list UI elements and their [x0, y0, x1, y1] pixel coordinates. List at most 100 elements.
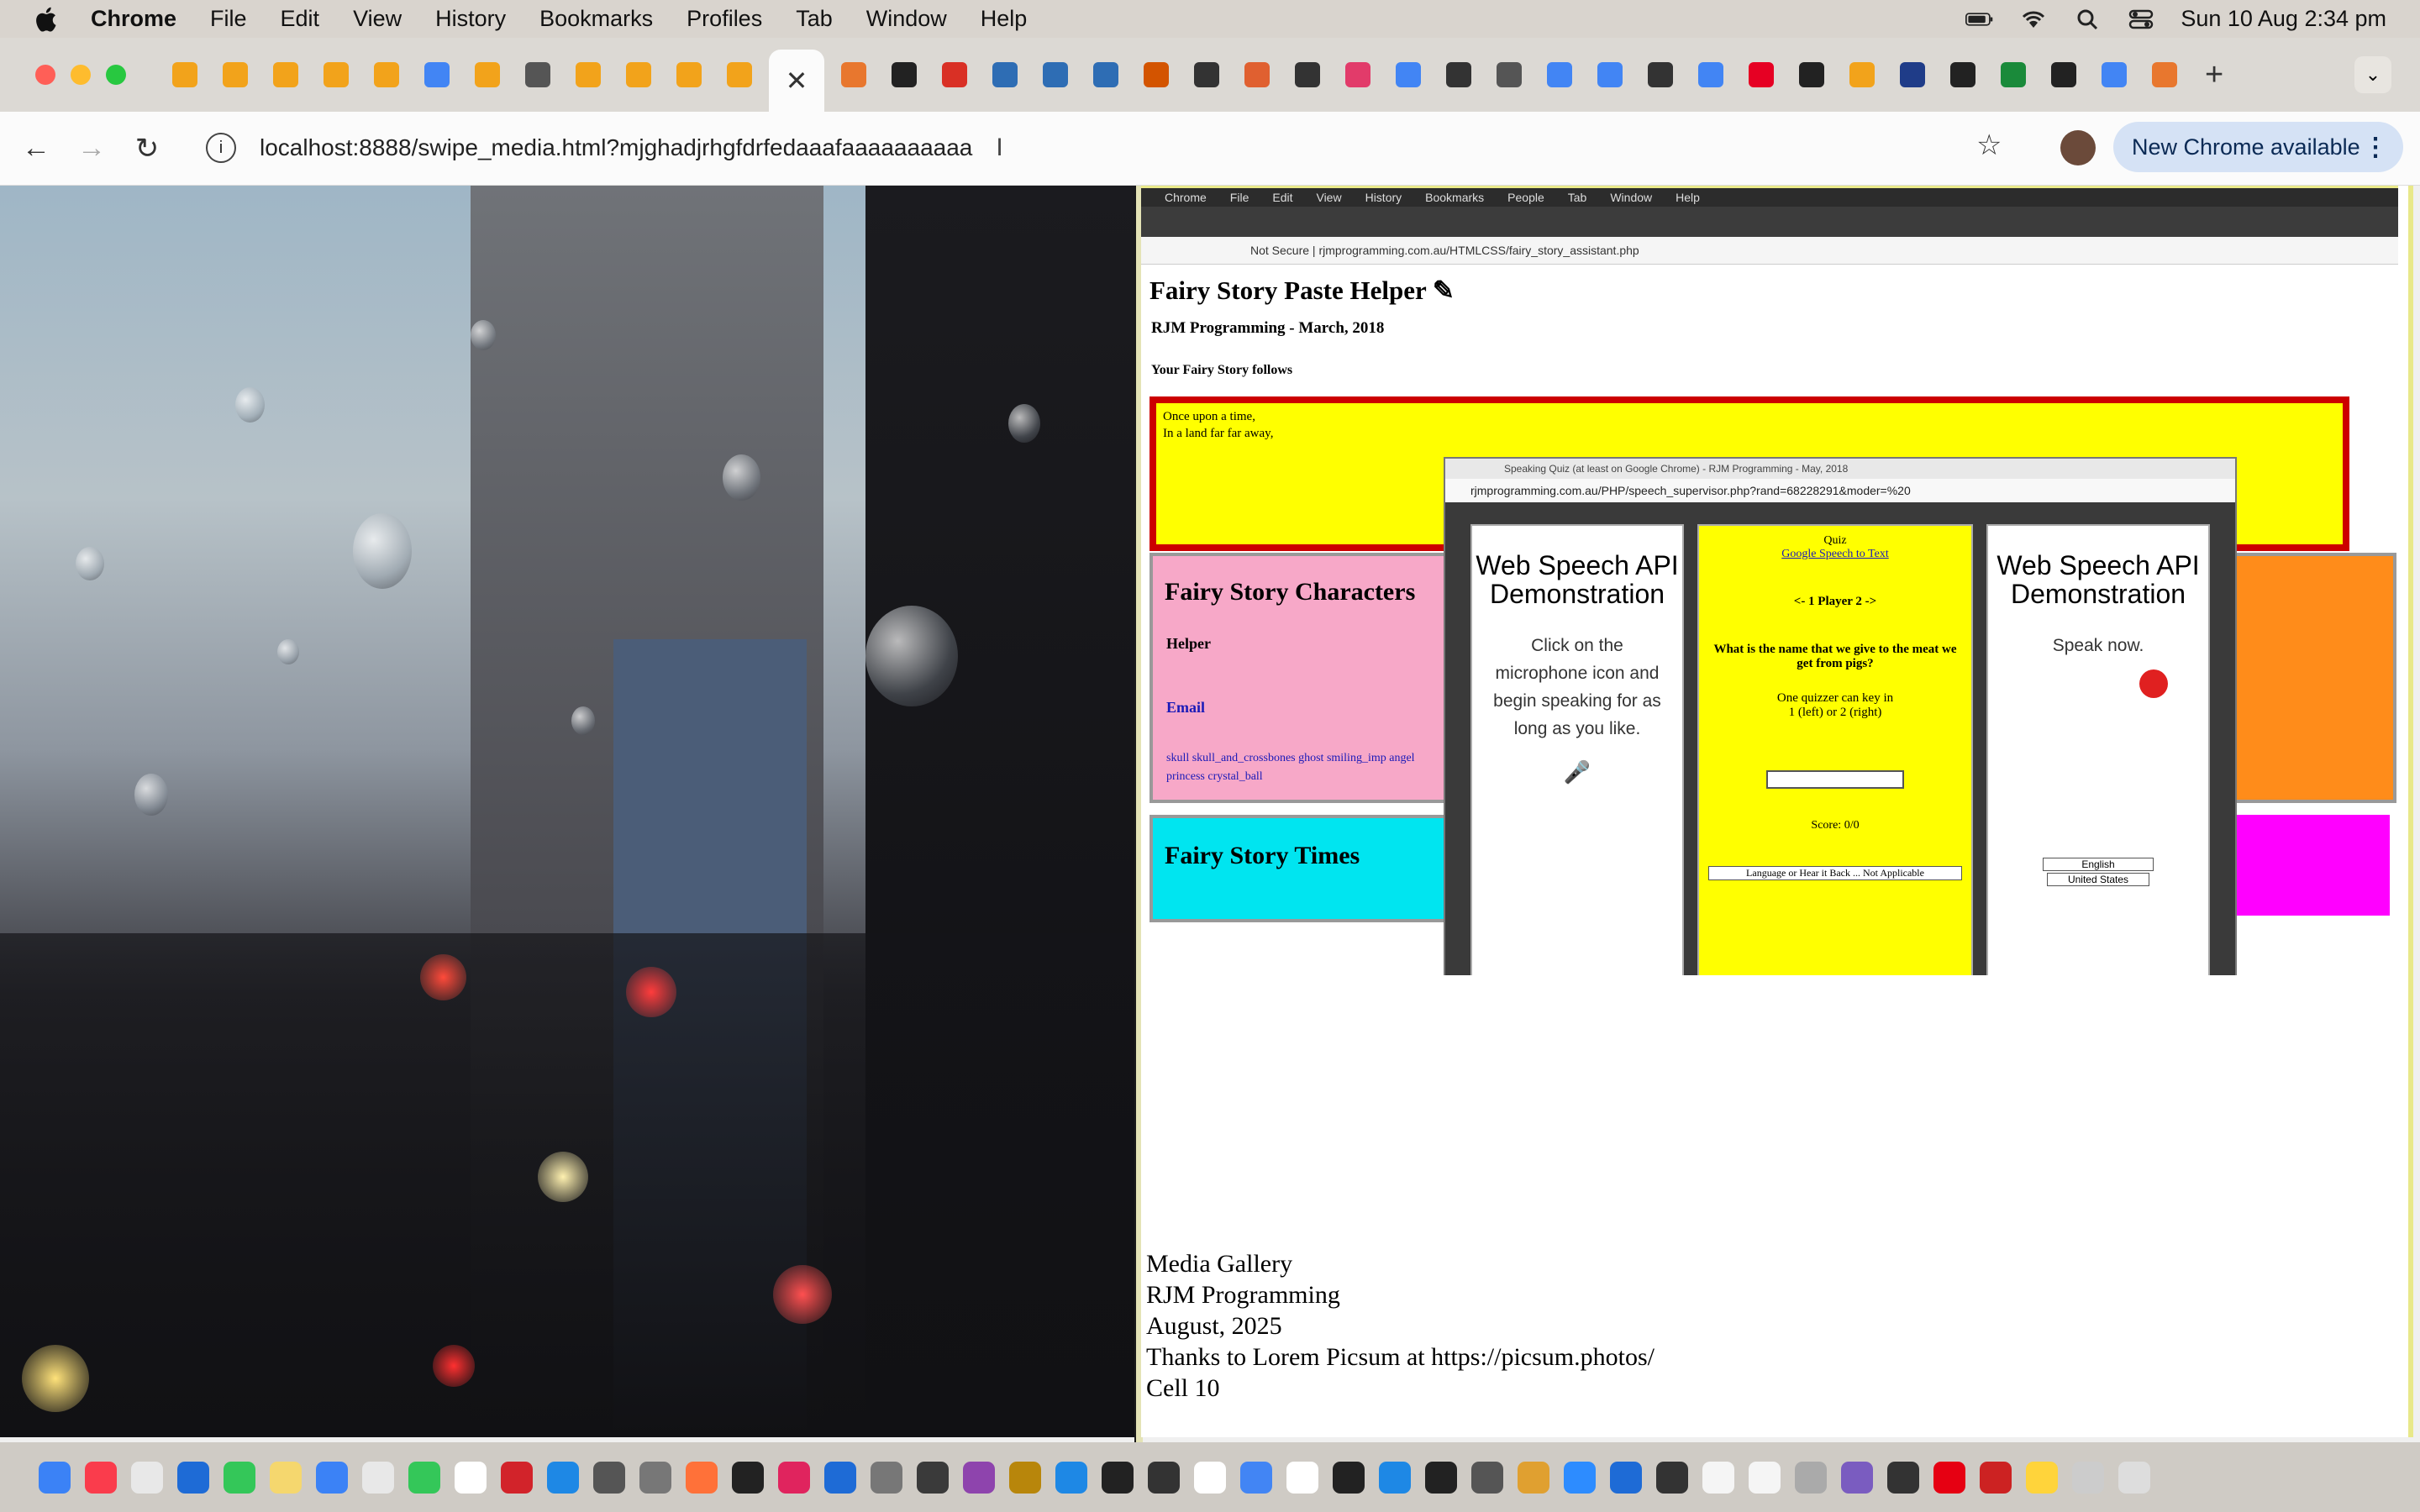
- dock-app-icon[interactable]: [362, 1461, 394, 1494]
- reload-button[interactable]: ↻: [128, 129, 166, 168]
- browser-tab[interactable]: [1992, 54, 2034, 96]
- menu-tab[interactable]: Tab: [796, 6, 833, 32]
- browser-tab[interactable]: [1387, 54, 1429, 96]
- dock-app-icon[interactable]: [871, 1461, 902, 1494]
- dock-app-icon[interactable]: [85, 1461, 117, 1494]
- dock-app-icon[interactable]: [501, 1461, 533, 1494]
- forward-button[interactable]: →: [72, 129, 111, 168]
- browser-tab[interactable]: [1942, 54, 1984, 96]
- menu-window[interactable]: Window: [866, 6, 947, 32]
- dock-app-icon[interactable]: [963, 1461, 995, 1494]
- battery-icon[interactable]: [1965, 8, 1994, 30]
- browser-tab[interactable]: [214, 54, 256, 96]
- dock-app-icon[interactable]: [778, 1461, 810, 1494]
- close-window-button[interactable]: [35, 65, 55, 85]
- browser-tab[interactable]: [1337, 54, 1379, 96]
- browser-tab[interactable]: [265, 54, 307, 96]
- dock-app-icon[interactable]: [1379, 1461, 1411, 1494]
- menu-file[interactable]: File: [210, 6, 247, 32]
- browser-tab[interactable]: [1286, 54, 1328, 96]
- browser-tab[interactable]: [1639, 54, 1681, 96]
- dock-app-icon[interactable]: [1471, 1461, 1503, 1494]
- dock-app-icon[interactable]: [39, 1461, 71, 1494]
- profile-avatar[interactable]: [2060, 130, 2096, 165]
- dock-app-icon[interactable]: [547, 1461, 579, 1494]
- dock-app-icon[interactable]: [1933, 1461, 1965, 1494]
- browser-tab[interactable]: [1488, 54, 1530, 96]
- browser-tab[interactable]: [416, 54, 458, 96]
- browser-tab[interactable]: [934, 54, 976, 96]
- dock-app-icon[interactable]: [1009, 1461, 1041, 1494]
- browser-tab[interactable]: [1135, 54, 1177, 96]
- browser-tab[interactable]: [984, 54, 1026, 96]
- tab-active[interactable]: ✕: [769, 50, 824, 112]
- dock-app-icon[interactable]: [1518, 1461, 1549, 1494]
- dock-app-icon[interactable]: [1564, 1461, 1596, 1494]
- browser-tab[interactable]: [1589, 54, 1631, 96]
- browser-tab[interactable]: [1186, 54, 1228, 96]
- browser-tab[interactable]: [2144, 54, 2186, 96]
- browser-tab[interactable]: [1690, 54, 1732, 96]
- dock-app-icon[interactable]: [1333, 1461, 1365, 1494]
- url-text[interactable]: localhost:8888/swipe_media.html?mjghadjr…: [260, 134, 972, 161]
- menu-edit[interactable]: Edit: [281, 6, 320, 32]
- browser-tab[interactable]: [718, 54, 760, 96]
- rainy-window-photo[interactable]: [0, 186, 1134, 1437]
- apple-logo-icon[interactable]: [32, 4, 62, 34]
- browser-tab[interactable]: [466, 54, 508, 96]
- browser-tab[interactable]: [366, 54, 408, 96]
- close-tab-icon[interactable]: ✕: [786, 65, 808, 97]
- browser-tab[interactable]: [833, 54, 875, 96]
- dock-app-icon[interactable]: [1749, 1461, 1781, 1494]
- dock-app-icon[interactable]: [1194, 1461, 1226, 1494]
- more-menu-icon[interactable]: ⋮: [2363, 133, 2388, 162]
- dock-app-icon[interactable]: [1841, 1461, 1873, 1494]
- dock-app-icon[interactable]: [2026, 1461, 2058, 1494]
- browser-tab[interactable]: [2093, 54, 2135, 96]
- menu-profiles[interactable]: Profiles: [687, 6, 762, 32]
- browser-tab[interactable]: [618, 54, 660, 96]
- browser-tab[interactable]: [1791, 54, 1833, 96]
- dock-app-icon[interactable]: [316, 1461, 348, 1494]
- browser-tab[interactable]: [2043, 54, 2085, 96]
- bookmark-star-icon[interactable]: ☆: [1976, 129, 2002, 162]
- spotlight-search-icon[interactable]: [2073, 8, 2102, 30]
- browser-tab[interactable]: [517, 54, 559, 96]
- tab-search-button[interactable]: ⌄: [2354, 56, 2391, 93]
- dock-app-icon[interactable]: [455, 1461, 487, 1494]
- dock-app-icon[interactable]: [917, 1461, 949, 1494]
- dock-app-icon[interactable]: [824, 1461, 856, 1494]
- dock-app-icon[interactable]: [639, 1461, 671, 1494]
- browser-tab[interactable]: [1740, 54, 1782, 96]
- browser-tab[interactable]: [567, 54, 609, 96]
- new-chrome-available-button[interactable]: New Chrome available ⋮: [2113, 122, 2403, 172]
- browser-tab[interactable]: [1438, 54, 1480, 96]
- menu-view[interactable]: View: [353, 6, 402, 32]
- dock-app-icon[interactable]: [686, 1461, 718, 1494]
- nested-screenshot[interactable]: Chrome File Edit View History Bookmarks …: [1141, 186, 2398, 975]
- dock-app-icon[interactable]: [177, 1461, 209, 1494]
- browser-tab[interactable]: [315, 54, 357, 96]
- dock-app-icon[interactable]: [1055, 1461, 1087, 1494]
- browser-tab[interactable]: [164, 54, 206, 96]
- dock-app-icon[interactable]: [1286, 1461, 1318, 1494]
- browser-tab[interactable]: [1841, 54, 1883, 96]
- dock-app-icon[interactable]: [732, 1461, 764, 1494]
- dock-app-icon[interactable]: [2072, 1461, 2104, 1494]
- back-button[interactable]: ←: [17, 129, 55, 168]
- minimize-window-button[interactable]: [71, 65, 91, 85]
- dock-app-icon[interactable]: [1656, 1461, 1688, 1494]
- menu-history[interactable]: History: [435, 6, 506, 32]
- dock-app-icon[interactable]: [270, 1461, 302, 1494]
- control-center-icon[interactable]: [2127, 8, 2155, 30]
- browser-tab[interactable]: [1034, 54, 1076, 96]
- dock-app-icon[interactable]: [593, 1461, 625, 1494]
- site-info-icon[interactable]: i: [206, 133, 236, 163]
- dock-app-icon[interactable]: [1887, 1461, 1919, 1494]
- menu-help[interactable]: Help: [981, 6, 1028, 32]
- menu-bookmarks[interactable]: Bookmarks: [539, 6, 653, 32]
- dock-app-icon[interactable]: [1702, 1461, 1734, 1494]
- dock-app-icon[interactable]: [224, 1461, 255, 1494]
- dock-app-icon[interactable]: [2118, 1461, 2150, 1494]
- dock-app-icon[interactable]: [131, 1461, 163, 1494]
